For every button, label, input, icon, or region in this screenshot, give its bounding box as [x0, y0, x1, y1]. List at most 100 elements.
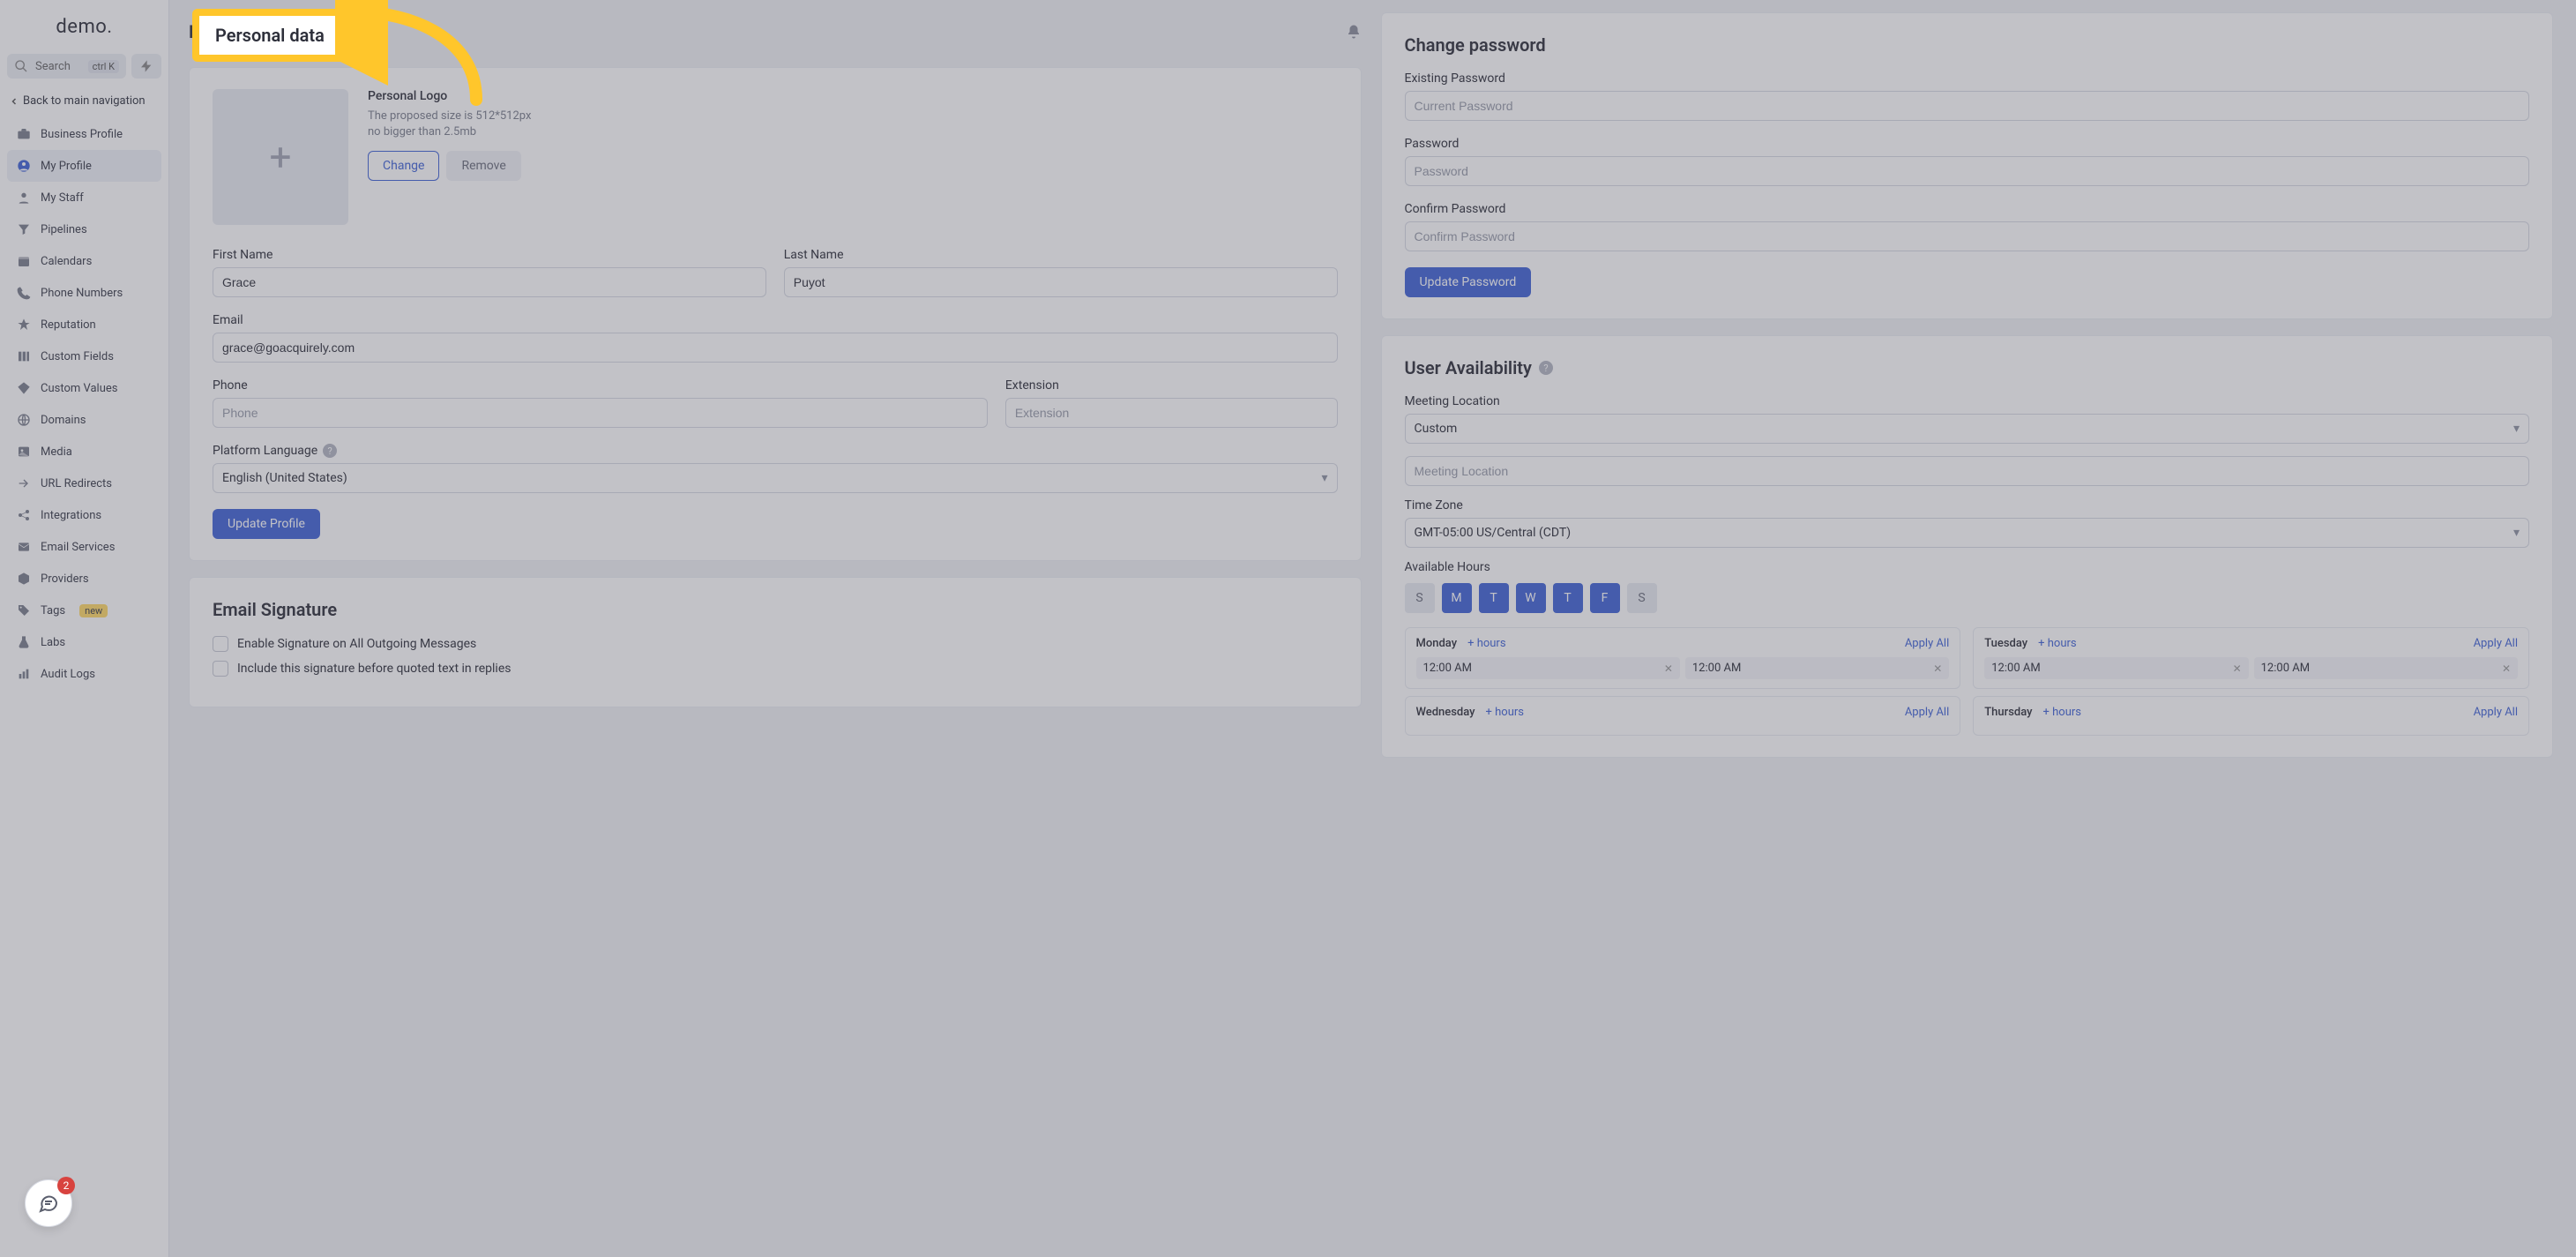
- notifications-button[interactable]: [1346, 24, 1362, 40]
- sidebar-item-labs[interactable]: Labs: [7, 626, 161, 658]
- close-icon[interactable]: ✕: [2502, 662, 2511, 675]
- confirm-password-input[interactable]: [1405, 221, 2530, 251]
- day-toggle[interactable]: M: [1442, 583, 1472, 613]
- time-to[interactable]: 12:00 AM✕: [2254, 657, 2518, 679]
- meeting-location-select[interactable]: Custom ▾: [1405, 414, 2530, 444]
- apply-all-link[interactable]: Apply All: [2474, 637, 2518, 650]
- sidebar-item-media[interactable]: Media: [7, 436, 161, 468]
- add-hours-link[interactable]: + hours: [2043, 706, 2081, 719]
- back-nav-link[interactable]: Back to main navigation: [0, 87, 168, 115]
- sidebar-item-email-services[interactable]: Email Services: [7, 531, 161, 563]
- apply-all-link[interactable]: Apply All: [2474, 706, 2518, 719]
- help-icon[interactable]: ?: [323, 444, 337, 458]
- flask-icon: [16, 634, 32, 650]
- sidebar-item-tags[interactable]: Tagsnew: [7, 595, 161, 626]
- sidebar-item-audit-logs[interactable]: Audit Logs: [7, 658, 161, 690]
- day-toggle[interactable]: W: [1516, 583, 1546, 613]
- star-icon: [16, 317, 32, 333]
- user-availability-card: User Availability ? Meeting Location Cus…: [1381, 335, 2554, 758]
- nav-list: Business Profile My Profile My StaffPipeli…: [0, 115, 168, 693]
- sidebar-item-url-redirects[interactable]: URL Redirects: [7, 468, 161, 499]
- image-icon: [16, 444, 32, 460]
- first-name-input[interactable]: [213, 267, 766, 297]
- sidebar-item-my-profile[interactable]: My Profile: [7, 150, 161, 182]
- phone-input[interactable]: [213, 398, 988, 428]
- user-circle-icon: [16, 158, 32, 174]
- day-toggle[interactable]: T: [1553, 583, 1583, 613]
- sidebar-item-label: Providers: [41, 572, 89, 586]
- meeting-location-input[interactable]: [1405, 456, 2530, 486]
- sidebar-item-calendars[interactable]: Calendars: [7, 245, 161, 277]
- timezone-value: GMT-05:00 US/Central (CDT): [1415, 526, 1572, 540]
- time-to[interactable]: 12:00 AM✕: [1685, 657, 1949, 679]
- email-input[interactable]: [213, 333, 1338, 363]
- share-icon: [16, 507, 32, 523]
- schedule-day-label: Thursday: [1984, 706, 2032, 719]
- sidebar-item-label: Media: [41, 445, 72, 459]
- quick-action-button[interactable]: [131, 54, 161, 79]
- language-select[interactable]: English (United States) ▾: [213, 463, 1338, 493]
- calendar-icon: [16, 253, 32, 269]
- schedule-row: Wednesday+ hoursApply AllThursday+ hours…: [1405, 696, 2530, 736]
- sidebar-item-reputation[interactable]: Reputation: [7, 309, 161, 340]
- timezone-label: Time Zone: [1405, 498, 2530, 513]
- sidebar-item-custom-values[interactable]: Custom Values: [7, 372, 161, 404]
- add-hours-link[interactable]: + hours: [1467, 637, 1505, 650]
- add-hours-link[interactable]: + hours: [1486, 706, 1524, 719]
- day-toggle[interactable]: S: [1627, 583, 1657, 613]
- sidebar-item-label: Email Services: [41, 541, 115, 554]
- chevron-down-icon: ▾: [1321, 471, 1327, 485]
- help-icon[interactable]: ?: [1539, 361, 1553, 375]
- close-icon[interactable]: ✕: [2233, 662, 2242, 675]
- apply-all-link[interactable]: Apply All: [1905, 706, 1949, 719]
- sidebar-item-label: Tags: [41, 604, 65, 617]
- search-icon: [14, 59, 28, 73]
- chevron-left-icon: [9, 96, 19, 107]
- sidebar-item-my-staff[interactable]: My Staff: [7, 182, 161, 213]
- day-toggle[interactable]: S: [1405, 583, 1435, 613]
- enable-signature-checkbox[interactable]: [213, 636, 228, 652]
- day-toggle[interactable]: T: [1479, 583, 1509, 613]
- globe-icon: [16, 412, 32, 428]
- update-password-button[interactable]: Update Password: [1405, 267, 1532, 297]
- day-pills: SMTWTFS: [1405, 583, 2530, 613]
- existing-password-input[interactable]: [1405, 91, 2530, 121]
- sidebar-item-custom-fields[interactable]: Custom Fields: [7, 340, 161, 372]
- sidebar-item-label: My Profile: [41, 160, 92, 173]
- remove-logo-button[interactable]: Remove: [446, 151, 520, 181]
- extension-input[interactable]: [1005, 398, 1338, 428]
- apply-all-link[interactable]: Apply All: [1905, 637, 1949, 650]
- time-from[interactable]: 12:00 AM✕: [1416, 657, 1680, 679]
- columns-icon: [16, 348, 32, 364]
- close-icon[interactable]: ✕: [1933, 662, 1942, 675]
- search-label: Search: [35, 60, 71, 73]
- mail-icon: [16, 539, 32, 555]
- timezone-select[interactable]: GMT-05:00 US/Central (CDT) ▾: [1405, 518, 2530, 548]
- new-password-input[interactable]: [1405, 156, 2530, 186]
- meeting-location-label: Meeting Location: [1405, 394, 2530, 408]
- time-from[interactable]: 12:00 AM✕: [1984, 657, 2248, 679]
- include-before-quoted-checkbox[interactable]: [213, 661, 228, 677]
- sidebar-item-integrations[interactable]: Integrations: [7, 499, 161, 531]
- close-icon[interactable]: ✕: [1664, 662, 1673, 675]
- chat-icon: [38, 1193, 59, 1214]
- add-hours-link[interactable]: + hours: [2038, 637, 2076, 650]
- update-profile-button[interactable]: Update Profile: [213, 509, 320, 539]
- day-toggle[interactable]: F: [1590, 583, 1620, 613]
- first-name-label: First Name: [213, 248, 766, 262]
- change-password-card: Change password Existing Password Passwo…: [1381, 12, 2554, 319]
- sidebar-item-providers[interactable]: Providers: [7, 563, 161, 595]
- change-logo-button[interactable]: Change: [368, 151, 439, 181]
- bolt-icon: [139, 59, 153, 73]
- sidebar-item-domains[interactable]: Domains: [7, 404, 161, 436]
- language-label: Platform Language: [213, 444, 317, 458]
- sidebar-item-label: Calendars: [41, 255, 92, 268]
- last-name-input[interactable]: [784, 267, 1338, 297]
- logo-upload-zone[interactable]: +: [213, 89, 348, 225]
- schedule-row: Monday+ hoursApply All12:00 AM✕12:00 AM✕…: [1405, 627, 2530, 689]
- sidebar-item-business-profile[interactable]: Business Profile: [7, 118, 161, 150]
- sidebar-item-pipelines[interactable]: Pipelines: [7, 213, 161, 245]
- chat-widget[interactable]: 2: [25, 1179, 72, 1227]
- search-input[interactable]: Search ctrl K: [7, 54, 126, 79]
- sidebar-item-phone-numbers[interactable]: Phone Numbers: [7, 277, 161, 309]
